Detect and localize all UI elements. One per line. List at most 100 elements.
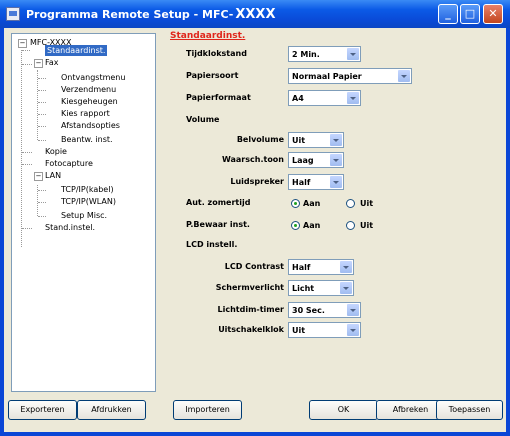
papiersoort-select[interactable]: Normaal Papier bbox=[288, 68, 412, 84]
lichtdim-timer-label: Lichtdim-timer bbox=[217, 305, 285, 314]
chevron-down-icon[interactable] bbox=[347, 324, 359, 336]
tree-item-beantw-inst[interactable]: Beantw. inst. bbox=[61, 134, 113, 145]
tijdklokstand-label: Tijdklokstand bbox=[186, 49, 247, 58]
tree-branch bbox=[38, 126, 46, 127]
tree-branch bbox=[22, 152, 32, 153]
tree-branch bbox=[22, 164, 32, 165]
tree-branch bbox=[38, 78, 46, 79]
p-bewaar-inst-uit-label[interactable]: Uit bbox=[360, 220, 373, 231]
toepassen-button[interactable]: Toepassen bbox=[436, 400, 503, 420]
close-button[interactable]: ✕ bbox=[483, 4, 503, 24]
tree-branch bbox=[38, 114, 46, 115]
lcd-contrast-value: Half bbox=[292, 263, 311, 272]
tree-branch bbox=[38, 102, 46, 103]
lcd-contrast-select[interactable]: Half bbox=[288, 259, 354, 275]
tree-branch bbox=[38, 202, 46, 203]
aut-zomertijd-label: Aut. zomertijd bbox=[186, 198, 251, 207]
uitschakelklok-value: Uit bbox=[292, 326, 306, 335]
tree-item-standaardinst[interactable]: Standaardinst. bbox=[45, 45, 108, 56]
papierformaat-select[interactable]: A4 bbox=[288, 90, 361, 106]
papiersoort-value: Normaal Papier bbox=[292, 72, 362, 81]
tree-branch bbox=[38, 140, 46, 141]
uitschakelklok-select[interactable]: Uit bbox=[288, 322, 361, 338]
schermverlicht-value: Licht bbox=[292, 284, 315, 293]
settings-tree[interactable]: − MFC-XXXX Standaardinst. − Fax Ontvangs… bbox=[11, 33, 156, 392]
minimize-button[interactable]: _ bbox=[438, 4, 458, 24]
belvolume-label: Belvolume bbox=[236, 135, 284, 144]
tree-item-setup-misc[interactable]: Setup Misc. bbox=[61, 210, 107, 221]
tree-branch bbox=[38, 190, 46, 191]
tree-collapse-root[interactable]: − bbox=[18, 39, 27, 48]
exporteren-button[interactable]: Exporteren bbox=[8, 400, 77, 420]
chevron-down-icon[interactable] bbox=[347, 304, 359, 316]
tree-branch bbox=[38, 90, 46, 91]
importeren-button[interactable]: Importeren bbox=[173, 400, 242, 420]
tree-item-kiesgeheugen[interactable]: Kiesgeheugen bbox=[61, 96, 118, 107]
aut-zomertijd-aan-radio[interactable] bbox=[291, 199, 300, 208]
tree-item-kies-rapport[interactable]: Kies rapport bbox=[61, 108, 110, 119]
chevron-down-icon[interactable] bbox=[398, 70, 410, 82]
waarsch-toon-value: Laag bbox=[292, 156, 314, 165]
luidspreker-select[interactable]: Half bbox=[288, 174, 344, 190]
luidspreker-label: Luidspreker bbox=[230, 177, 284, 186]
aut-zomertijd-uit-label[interactable]: Uit bbox=[360, 198, 373, 209]
chevron-down-icon[interactable] bbox=[340, 282, 352, 294]
application-window: Programma Remote Setup - MFC- XXXX _ □ ✕ … bbox=[0, 0, 510, 436]
tree-item-ontvangstmenu[interactable]: Ontvangstmenu bbox=[61, 72, 125, 83]
maximize-button[interactable]: □ bbox=[460, 4, 480, 24]
tree-item-lan[interactable]: LAN bbox=[45, 170, 61, 181]
belvolume-value: Uit bbox=[292, 136, 306, 145]
tijdklokstand-value: 2 Min. bbox=[292, 50, 320, 59]
window-title: Programma Remote Setup - MFC- XXXX bbox=[26, 7, 275, 22]
title-bar[interactable]: Programma Remote Setup - MFC- XXXX _ □ ✕ bbox=[0, 0, 510, 28]
tree-item-tcpip-kabel[interactable]: TCP/IP(kabel) bbox=[61, 184, 114, 195]
afdrukken-button[interactable]: Afdrukken bbox=[77, 400, 146, 420]
luidspreker-value: Half bbox=[292, 178, 311, 187]
waarsch-toon-label: Waarsch.toon bbox=[221, 155, 284, 164]
tree-item-fotocapture[interactable]: Fotocapture bbox=[45, 158, 93, 169]
tree-branch bbox=[22, 228, 32, 229]
waarsch-toon-select[interactable]: Laag bbox=[288, 152, 344, 168]
tree-branch bbox=[22, 50, 30, 51]
p-bewaar-inst-aan-label[interactable]: Aan bbox=[303, 220, 320, 231]
afbreken-button[interactable]: Afbreken bbox=[376, 400, 445, 420]
window-title-text: Programma Remote Setup - MFC- bbox=[26, 8, 234, 21]
tree-collapse-fax[interactable]: − bbox=[34, 59, 43, 68]
aut-zomertijd-uit-radio[interactable] bbox=[346, 199, 355, 208]
tree-branch bbox=[38, 216, 46, 217]
papiersoort-label: Papiersoort bbox=[186, 71, 239, 80]
chevron-down-icon[interactable] bbox=[330, 176, 342, 188]
schermverlicht-label: Schermverlicht bbox=[215, 283, 284, 292]
tree-item-verzendmenu[interactable]: Verzendmenu bbox=[61, 84, 116, 95]
panel-title: Standaardinst. bbox=[170, 31, 246, 41]
tree-item-tcpip-wlan[interactable]: TCP/IP(WLAN) bbox=[61, 196, 116, 207]
ok-button[interactable]: OK bbox=[309, 400, 378, 420]
p-bewaar-inst-label: P.Bewaar inst. bbox=[186, 220, 250, 229]
papierformaat-label: Papierformaat bbox=[186, 93, 251, 102]
tree-connector-root bbox=[21, 50, 22, 247]
tree-item-fax[interactable]: Fax bbox=[45, 57, 59, 68]
app-icon bbox=[6, 7, 20, 21]
lichtdim-timer-select[interactable]: 30 Sec. bbox=[288, 302, 361, 318]
chevron-down-icon[interactable] bbox=[347, 48, 359, 60]
window-title-model: XXXX bbox=[235, 7, 276, 22]
chevron-down-icon[interactable] bbox=[330, 154, 342, 166]
schermverlicht-select[interactable]: Licht bbox=[288, 280, 354, 296]
tree-branch bbox=[22, 64, 32, 65]
chevron-down-icon[interactable] bbox=[340, 261, 352, 273]
p-bewaar-inst-uit-radio[interactable] bbox=[346, 221, 355, 230]
belvolume-select[interactable]: Uit bbox=[288, 132, 344, 148]
chevron-down-icon[interactable] bbox=[347, 92, 359, 104]
aut-zomertijd-aan-label[interactable]: Aan bbox=[303, 198, 320, 209]
volume-heading: Volume bbox=[186, 115, 220, 124]
tree-item-afstandsopties[interactable]: Afstandsopties bbox=[61, 120, 120, 131]
tree-collapse-lan[interactable]: − bbox=[34, 172, 43, 181]
p-bewaar-inst-aan-radio[interactable] bbox=[291, 221, 300, 230]
lichtdim-timer-value: 30 Sec. bbox=[292, 306, 325, 315]
tree-item-kopie[interactable]: Kopie bbox=[45, 146, 67, 157]
tree-item-stand-instel[interactable]: Stand.instel. bbox=[45, 222, 95, 233]
chevron-down-icon[interactable] bbox=[330, 134, 342, 146]
lcd-contrast-label: LCD Contrast bbox=[224, 262, 284, 271]
tijdklokstand-select[interactable]: 2 Min. bbox=[288, 46, 361, 62]
lcd-instell-heading: LCD instell. bbox=[186, 240, 238, 249]
